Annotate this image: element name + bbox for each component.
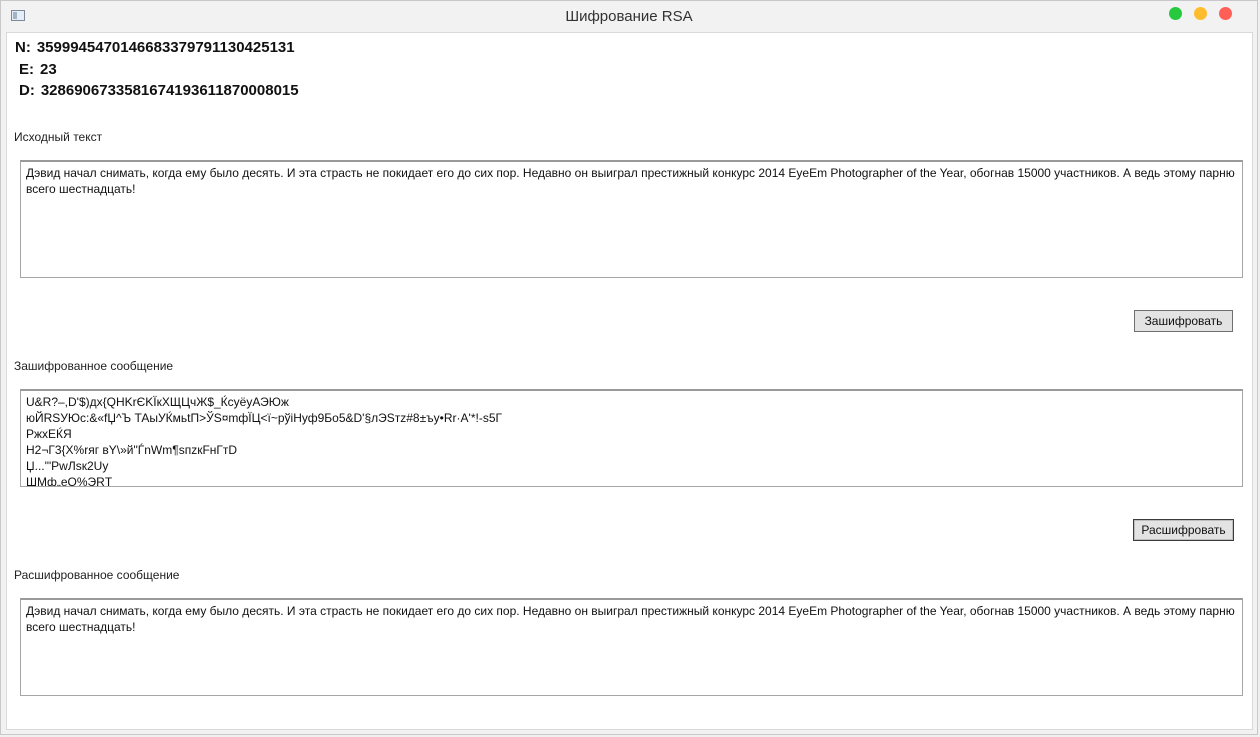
key-n-row: N: 3599945470146683379791130425131 — [15, 39, 295, 56]
source-text-input[interactable]: Дэвид начал снимать, когда ему было деся… — [20, 160, 1243, 278]
main-content: N: 3599945470146683379791130425131 E: 23 D… — [6, 32, 1253, 730]
key-e-label: E: — [19, 61, 34, 78]
encrypt-button[interactable]: Зашифровать — [1134, 310, 1233, 332]
decrypted-text-output[interactable]: Дэвид начал снимать, когда ему было деся… — [20, 598, 1243, 696]
cipher-text-label: Зашифрованное сообщение — [14, 359, 174, 373]
key-e-row: E: 23 — [19, 61, 57, 78]
key-d-value: 3286906733581674193611870008015 — [40, 82, 299, 99]
key-e-value: 23 — [40, 61, 57, 78]
title-bar: Шифрование RSA — [1, 1, 1257, 32]
maximize-button[interactable] — [1169, 7, 1182, 20]
app-window: Шифрование RSA N: 35999454701466833797911… — [0, 0, 1258, 735]
key-d-row: D: 3286906733581674193611870008015 — [19, 82, 299, 99]
source-text-label: Исходный текст — [14, 130, 103, 144]
key-n-label: N: — [15, 39, 31, 56]
key-d-label: D: — [19, 82, 35, 99]
cipher-text-output[interactable]: U&R?–,D'$)дх{QHKrЄKЇкXЩЦчЖ$_ЌсуёуАЭЮж юЙ… — [20, 389, 1243, 487]
close-button[interactable] — [1219, 7, 1232, 20]
window-title: Шифрование RSA — [565, 8, 693, 25]
decrypt-button[interactable]: Расшифровать — [1133, 519, 1234, 541]
decrypted-text-label: Расшифрованное сообщение — [14, 568, 180, 582]
key-n-value: 3599945470146683379791130425131 — [36, 39, 295, 56]
minimize-button[interactable] — [1194, 7, 1207, 20]
